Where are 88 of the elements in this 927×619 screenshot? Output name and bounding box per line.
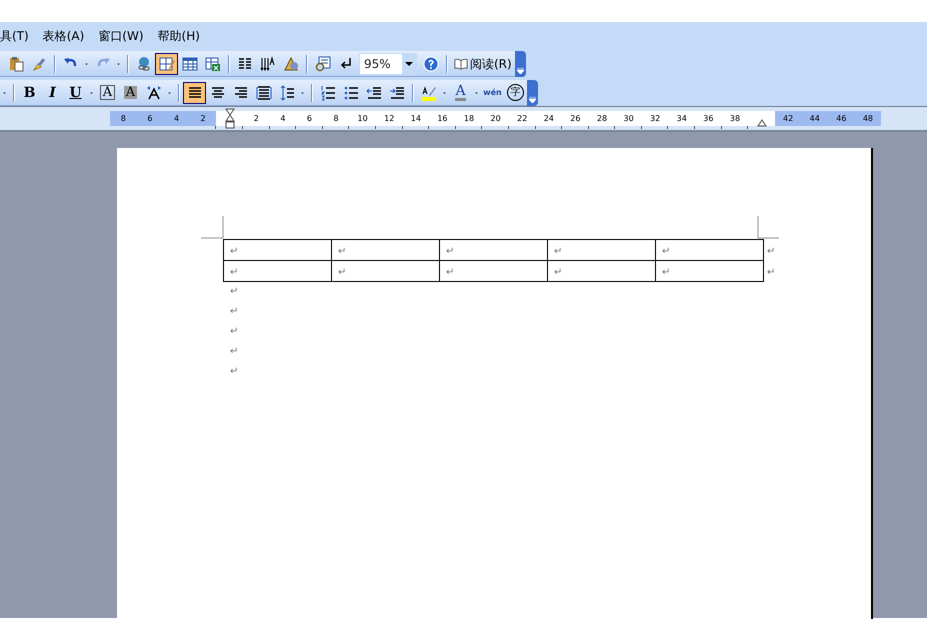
ruler-number: 16 [429,111,456,126]
menu-item[interactable]: 窗口(W) [98,27,144,45]
paragraph-mark: ↵ [230,285,240,299]
character-shading-button[interactable]: A [119,82,142,104]
ruler-number: 12 [376,111,403,126]
menu-item[interactable]: 帮助(H) [158,27,200,45]
paragraph-mark: ↵ [230,246,238,257]
paragraph-mark: ↵ [230,267,238,278]
ruler-number: 10 [349,111,376,126]
document-magnifier-icon [314,56,330,72]
ruler-number: 32 [642,111,668,126]
paragraph-mark: ↵ [446,246,454,257]
indent-marker-icon[interactable] [216,111,243,126]
paragraph-mark: ↵ [662,267,670,278]
underline-button[interactable]: U [64,82,87,104]
row-end-mark: ↵ [767,267,776,278]
menu-item[interactable]: 具(T) [0,27,29,45]
ruler-number: 18 [456,111,482,126]
toolbar-options-icon[interactable] [527,80,538,106]
ruler-number: 42 [774,111,802,126]
ruler-number: 6 [136,111,164,126]
crop-mark [757,216,780,239]
table-pencil-icon [158,56,174,72]
align-left-button[interactable] [183,82,206,104]
ruler-number: 30 [615,111,642,126]
ruler-number: 34 [668,111,696,126]
ruler-number: 2 [190,111,216,126]
ruler-number: 36 [695,111,722,126]
ruler-number: 38 [722,111,748,126]
table-icon [182,56,198,72]
paragraph-mark: ↵ [230,325,240,339]
ruler-number: 44 [801,111,828,126]
line-spacing-icon [278,84,294,100]
character-scale-icon [146,84,162,100]
ruler-number: 24 [536,111,562,126]
paragraph-mark: ↵ [338,246,346,257]
decrease-indent-icon [366,84,382,100]
align-center-icon [210,84,226,100]
shapes-icon [282,56,298,72]
align-left-icon [186,84,202,100]
highlighter-icon [420,84,436,100]
menu-item[interactable]: 表格(A) [42,27,84,45]
paragraph-mark: ↵ [230,305,240,319]
increase-indent-icon [388,84,404,100]
phonetic-guide-button[interactable]: wén [481,82,504,104]
paragraph-mark: ↵ [554,267,562,278]
globe-link-icon [136,56,152,72]
ruler-number: 4 [270,111,296,126]
paragraph-mark: ↵ [446,267,454,278]
align-right-icon [232,84,248,100]
dropdown-arrow-icon [405,62,413,66]
font-color-button[interactable]: A [449,82,472,104]
columns-icon [236,56,252,72]
paste-icon [8,56,24,72]
ruler-number: 26 [562,111,589,126]
ruler-number: 8 [322,111,350,126]
numbered-list-icon [320,84,336,100]
ruler-number: 4 [163,111,190,126]
toolbar-options-icon[interactable] [514,50,526,76]
ruler-number: 46 [828,111,855,126]
bulleted-list-icon [342,84,358,100]
brush-icon [30,56,46,72]
crop-mark [201,216,224,239]
help-icon [422,56,438,72]
table-pencil-button[interactable] [155,52,178,74]
paragraph-mark: ↵ [662,246,670,257]
spreadsheet-icon [204,56,220,72]
ruler-number: 22 [508,111,536,126]
bold-button[interactable]: B [18,82,41,104]
paragraph-mark: ↵ [230,365,240,379]
ruler-number: 8 [110,111,137,126]
row-end-mark: ↵ [767,246,776,257]
ruler-number: 48 [854,111,882,126]
paragraph-mark: ↵ [230,345,240,359]
paragraph-mark: ↵ [338,267,346,278]
distributed-align-icon [256,84,272,100]
ruler-number: 6 [296,111,323,126]
read-button[interactable]: 阅读(R) [451,52,515,74]
book-icon [454,56,468,70]
paragraph-mark: ↵ [554,246,562,257]
ruler-number: 2 [242,111,270,126]
ruler-number: 20 [482,111,509,126]
ruler-number: 28 [588,111,616,126]
zoom-combobox[interactable]: 95% [359,52,417,74]
ruler-number: 14 [402,111,430,126]
italic-button[interactable]: I [41,82,64,104]
character-border-button[interactable]: A [96,82,119,104]
right-indent-marker-icon[interactable] [748,111,775,126]
